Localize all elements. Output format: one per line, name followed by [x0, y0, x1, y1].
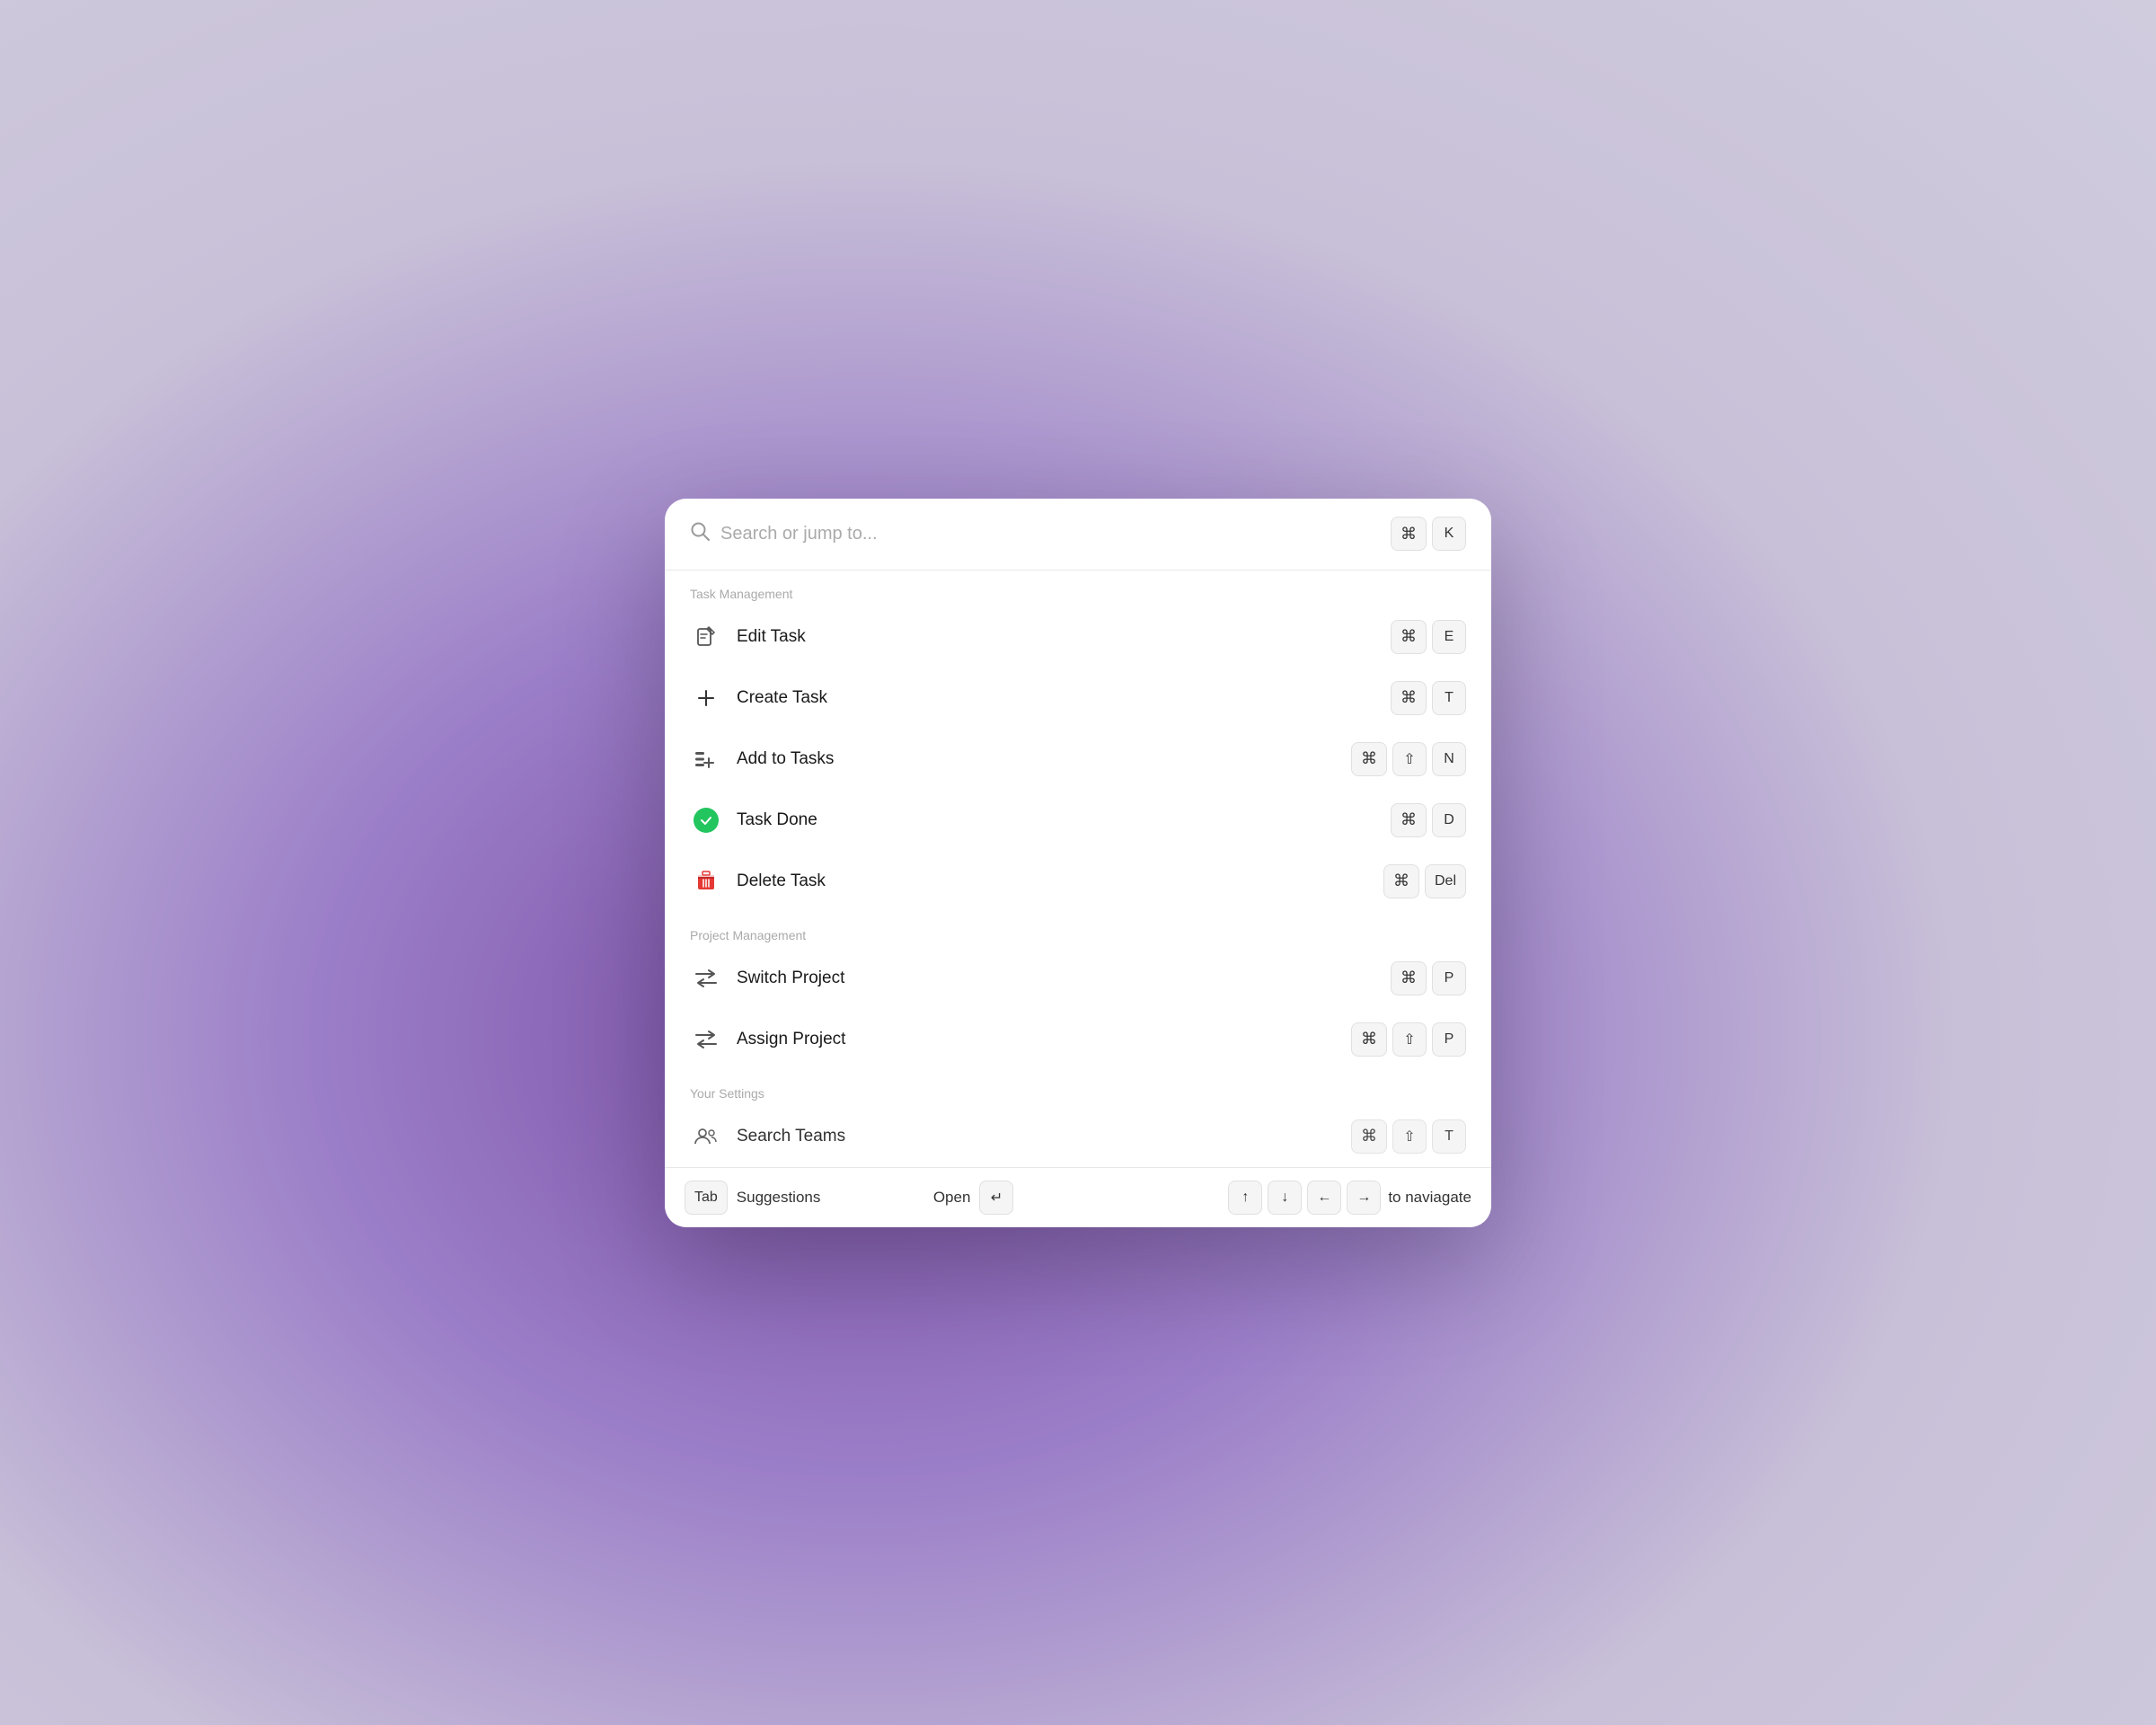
footer-tab-group: Tab Suggestions: [685, 1181, 820, 1215]
assign-project-label: Assign Project: [737, 1030, 1351, 1049]
cmd-key: ⌘: [1391, 681, 1427, 715]
section-label-task: Task Management: [665, 571, 1491, 606]
search-placeholder: Search or jump to...: [720, 524, 1380, 544]
menu-item-add-to-tasks[interactable]: Add to Tasks ⌘ ⇧ N: [665, 729, 1491, 790]
search-teams-shortcut: ⌘ ⇧ T: [1351, 1119, 1466, 1154]
menu-item-create-task[interactable]: Create Task ⌘ T: [665, 668, 1491, 729]
shift-key: ⇧: [1392, 1119, 1427, 1154]
switch-project-shortcut: ⌘ P: [1391, 961, 1466, 995]
menu-item-delete-task[interactable]: Delete Task ⌘ Del: [665, 851, 1491, 912]
create-task-shortcut: ⌘ T: [1391, 681, 1466, 715]
done-icon: [690, 804, 722, 836]
task-done-label: Task Done: [737, 810, 1391, 830]
footer-suggestions-label: Suggestions: [737, 1189, 821, 1207]
menu-item-edit-task[interactable]: Edit Task ⌘ E: [665, 606, 1491, 668]
p-key: P: [1432, 1022, 1466, 1057]
add-tasks-icon: [690, 743, 722, 775]
teams-icon: [690, 1120, 722, 1153]
cmd-key: ⌘: [1391, 620, 1427, 654]
menu-item-switch-project[interactable]: Switch Project ⌘ P: [665, 948, 1491, 1009]
cmd-key: ⌘: [1391, 517, 1427, 551]
footer-navigate-label: to naviagate: [1388, 1189, 1471, 1207]
footer-open-label: Open: [933, 1189, 971, 1207]
cmd-key: ⌘: [1351, 1022, 1387, 1057]
search-bar[interactable]: Search or jump to... ⌘ K: [665, 499, 1491, 571]
menu-item-task-done[interactable]: Task Done ⌘ D: [665, 790, 1491, 851]
del-key: Del: [1425, 864, 1466, 898]
arrow-right: →: [1347, 1181, 1381, 1215]
footer-open-group: Open ↵: [933, 1181, 1014, 1215]
edit-icon: [690, 621, 722, 653]
search-shortcut: ⌘ K: [1391, 517, 1466, 551]
p-key: P: [1432, 961, 1466, 995]
arrow-down: ↓: [1268, 1181, 1302, 1215]
cmd-key: ⌘: [1391, 803, 1427, 837]
search-teams-label: Search Teams: [737, 1127, 1351, 1146]
add-to-tasks-shortcut: ⌘ ⇧ N: [1351, 742, 1466, 776]
e-key: E: [1432, 620, 1466, 654]
edit-task-label: Edit Task: [737, 627, 1391, 647]
section-label-settings: Your Settings: [665, 1070, 1491, 1106]
footer-navigate-group: ↑ ↓ ← → to naviagate: [1228, 1181, 1471, 1215]
menu-item-search-teams[interactable]: Search Teams ⌘ ⇧ T: [665, 1106, 1491, 1167]
arrow-up: ↑: [1228, 1181, 1262, 1215]
cmd-key: ⌘: [1391, 961, 1427, 995]
menu-item-assign-project[interactable]: Assign Project ⌘ ⇧ P: [665, 1009, 1491, 1070]
k-key: K: [1432, 517, 1466, 551]
n-key: N: [1432, 742, 1466, 776]
d-key: D: [1432, 803, 1466, 837]
command-palette: Search or jump to... ⌘ K Task Management…: [665, 499, 1491, 1227]
trash-icon: [690, 865, 722, 898]
footer-bar: Tab Suggestions Open ↵ ↑ ↓ ← → to naviag…: [665, 1167, 1491, 1227]
section-label-project: Project Management: [665, 912, 1491, 948]
switch-project-label: Switch Project: [737, 969, 1391, 988]
arrow-keys: ↑ ↓ ← →: [1228, 1181, 1381, 1215]
delete-task-label: Delete Task: [737, 871, 1383, 891]
section-task-management: Task Management Edit Task ⌘ E: [665, 571, 1491, 912]
create-task-label: Create Task: [737, 688, 1391, 708]
cmd-key: ⌘: [1383, 864, 1419, 898]
switch-icon: [690, 962, 722, 995]
assign-icon: [690, 1023, 722, 1056]
shift-key: ⇧: [1392, 1022, 1427, 1057]
arrow-left: ←: [1307, 1181, 1341, 1215]
delete-task-shortcut: ⌘ Del: [1383, 864, 1466, 898]
section-your-settings: Your Settings Search Teams ⌘ ⇧ T: [665, 1070, 1491, 1167]
shift-key: ⇧: [1392, 742, 1427, 776]
tab-key: Tab: [685, 1181, 728, 1215]
add-to-tasks-label: Add to Tasks: [737, 749, 1351, 769]
assign-project-shortcut: ⌘ ⇧ P: [1351, 1022, 1466, 1057]
plus-icon: [690, 682, 722, 714]
cmd-key: ⌘: [1351, 1119, 1387, 1154]
cmd-key: ⌘: [1351, 742, 1387, 776]
t-key: T: [1432, 1119, 1466, 1154]
enter-key: ↵: [979, 1181, 1013, 1215]
t-key: T: [1432, 681, 1466, 715]
edit-task-shortcut: ⌘ E: [1391, 620, 1466, 654]
task-done-shortcut: ⌘ D: [1391, 803, 1466, 837]
search-icon: [690, 521, 710, 546]
section-project-management: Project Management Switch Project ⌘ P: [665, 912, 1491, 1070]
